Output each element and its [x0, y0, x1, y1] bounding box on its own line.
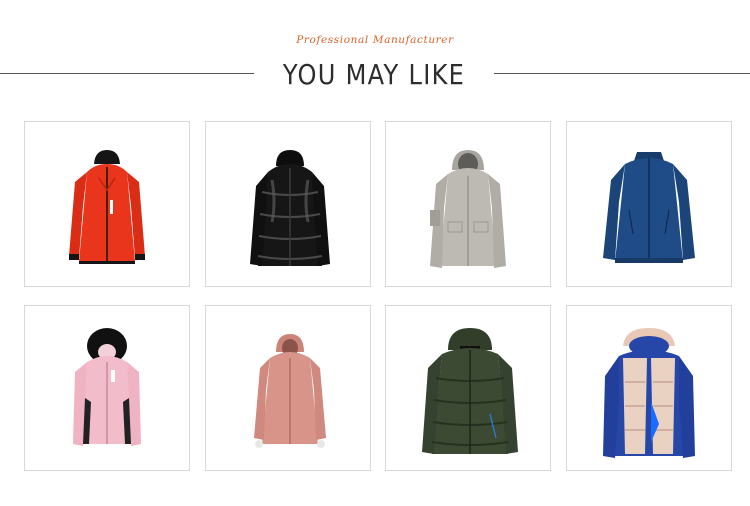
- section-title: YOU MAY LIKE: [282, 58, 466, 91]
- product-card-pink-jacket[interactable]: [24, 305, 190, 471]
- product-card-olive-jacket[interactable]: [385, 305, 551, 471]
- salmon-pink-rain-jacket-image: [254, 334, 326, 448]
- blue-beige-puffer-vest-jacket-image: [603, 328, 695, 458]
- section-header: YOU MAY LIKE: [0, 58, 750, 92]
- divider-right: [494, 73, 750, 74]
- product-card-red-jacket[interactable]: [24, 121, 190, 287]
- red-ski-jacket-image: [69, 150, 145, 264]
- product-card-salmon-jacket[interactable]: [205, 305, 371, 471]
- product-card-black-jacket[interactable]: [205, 121, 371, 287]
- product-card-navy-jacket[interactable]: [566, 121, 732, 287]
- divider-left: [0, 73, 254, 74]
- navy-blue-soft-shell-jacket-image: [603, 152, 695, 263]
- black-glossy-puffer-jacket-image: [250, 150, 330, 266]
- grey-hooded-jacket-image: [430, 150, 506, 268]
- product-card-grey-jacket[interactable]: [385, 121, 551, 287]
- tagline: Professional Manufacturer: [296, 34, 454, 46]
- pink-fur-hood-ski-jacket-image: [73, 328, 141, 446]
- olive-green-puffer-jacket-image: [422, 328, 518, 454]
- product-card-blue-vest-jacket[interactable]: [566, 305, 732, 471]
